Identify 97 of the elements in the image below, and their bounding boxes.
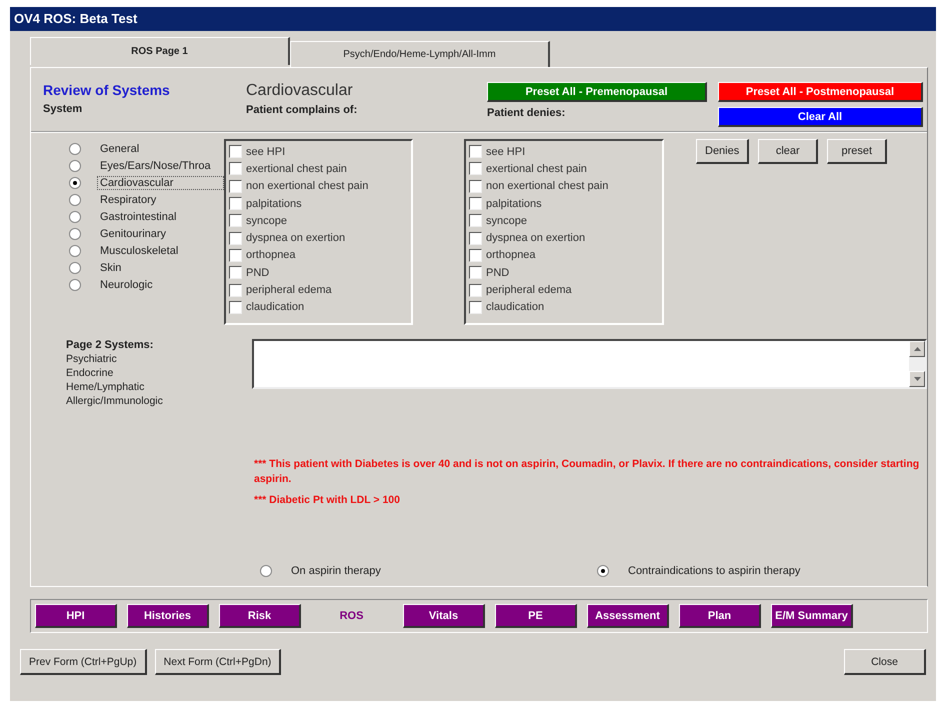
checkbox-label: palpitations bbox=[486, 198, 542, 210]
nav-button[interactable]: Assessment bbox=[587, 604, 669, 628]
radio-button[interactable] bbox=[69, 262, 81, 274]
checkbox[interactable] bbox=[229, 214, 242, 228]
column-label: Patient denies: bbox=[487, 107, 566, 119]
checkbox[interactable] bbox=[469, 248, 482, 262]
checkbox-label: orthopnea bbox=[486, 249, 536, 262]
prev-form-button[interactable]: Prev Form (Ctrl+PgUp) bbox=[20, 649, 147, 675]
checkbox[interactable] bbox=[229, 266, 242, 280]
radio-label[interactable]: On aspirin therapy bbox=[288, 564, 384, 578]
checkbox[interactable] bbox=[469, 300, 482, 314]
checkbox-label: syncope bbox=[486, 214, 527, 227]
alert-text: *** This patient with Diabetes is over 40 and is not on aspirin, Coumadin, or Plavix. If there are no contraindications, consider starting aspirin. bbox=[254, 457, 920, 487]
checkbox[interactable] bbox=[229, 232, 242, 245]
nav-button[interactable]: HPI bbox=[35, 604, 117, 628]
checkbox-label: see HPI bbox=[246, 146, 286, 158]
page2-system: Endocrine bbox=[66, 367, 114, 379]
checkbox[interactable] bbox=[469, 232, 482, 245]
checkbox-label: orthopnea bbox=[246, 249, 296, 262]
checkbox[interactable] bbox=[229, 300, 242, 314]
nav-button[interactable]: Histories bbox=[127, 604, 209, 628]
checkbox-label: exertional chest pain bbox=[246, 162, 347, 175]
checkbox-label: PND bbox=[246, 266, 270, 279]
radio-button[interactable] bbox=[69, 210, 81, 222]
checkbox-label: non exertional chest pain bbox=[486, 180, 608, 192]
checkbox[interactable] bbox=[469, 214, 482, 228]
radio-button[interactable] bbox=[260, 565, 272, 577]
system-option[interactable]: Skin bbox=[97, 260, 124, 274]
next-form-button[interactable]: Next Form (Ctrl+PgDn) bbox=[154, 649, 282, 675]
page2-system: Psychiatric bbox=[66, 353, 118, 365]
radio-button[interactable] bbox=[69, 176, 81, 188]
checkbox[interactable] bbox=[229, 197, 242, 210]
checkbox[interactable] bbox=[469, 284, 482, 297]
radio-button[interactable] bbox=[69, 278, 81, 290]
checkbox-label: exertional chest pain bbox=[486, 162, 587, 175]
system-option[interactable]: General bbox=[97, 142, 142, 156]
radio-button[interactable] bbox=[69, 142, 81, 154]
nav-button[interactable]: Risk bbox=[219, 604, 301, 628]
preset-button[interactable]: Preset All - Postmenopausal bbox=[718, 82, 923, 102]
checkbox-label: PND bbox=[486, 266, 510, 279]
checkbox-label: see HPI bbox=[486, 146, 526, 158]
checkbox-label: non exertional chest pain bbox=[246, 180, 368, 192]
tab[interactable]: ROS Page 1 bbox=[30, 37, 290, 65]
system-option[interactable]: Cardiovascular bbox=[97, 176, 224, 190]
action-button[interactable]: preset bbox=[827, 139, 888, 164]
checkbox-label: dyspnea on exertion bbox=[246, 232, 346, 244]
checkbox[interactable] bbox=[229, 180, 242, 193]
checkbox-label: syncope bbox=[246, 214, 287, 227]
notes-field[interactable] bbox=[252, 339, 927, 389]
checkbox-label: peripheral edema bbox=[486, 284, 572, 296]
checkbox[interactable] bbox=[229, 162, 242, 176]
radio-button[interactable] bbox=[597, 565, 609, 577]
checkbox[interactable] bbox=[229, 248, 242, 262]
checkbox-label: palpitations bbox=[246, 198, 302, 210]
page2-system: Heme/Lymphatic bbox=[66, 381, 146, 393]
radio-button[interactable] bbox=[69, 244, 81, 256]
system-option[interactable]: Eyes/Ears/Nose/Throa bbox=[97, 158, 214, 172]
checkbox-label: claudication bbox=[246, 301, 304, 314]
nav-button[interactable]: Plan bbox=[679, 604, 761, 628]
checkbox-label: dyspnea on exertion bbox=[486, 232, 586, 244]
scroll-up-icon[interactable] bbox=[909, 341, 925, 357]
alert-text: *** Diabetic Pt with LDL > 100 bbox=[254, 493, 401, 508]
system-option[interactable]: Neurologic bbox=[97, 278, 156, 292]
page2-system: Allergic/Immunologic bbox=[66, 395, 164, 407]
nav-button[interactable]: E/M Summary bbox=[771, 604, 853, 628]
checkbox[interactable] bbox=[469, 180, 482, 193]
checkbox[interactable] bbox=[469, 145, 482, 158]
checkbox-label: claudication bbox=[486, 301, 544, 314]
action-button[interactable]: clear bbox=[758, 139, 818, 164]
nav-button[interactable]: PE bbox=[495, 604, 577, 628]
system-option[interactable]: Genitourinary bbox=[97, 226, 170, 240]
system-option[interactable]: Musculoskeletal bbox=[97, 244, 182, 258]
column-label: Patient complains of: bbox=[246, 104, 358, 116]
preset-button[interactable]: Preset All - Premenopausal bbox=[487, 82, 707, 102]
checkbox[interactable] bbox=[469, 197, 482, 210]
radio-button[interactable] bbox=[69, 194, 81, 206]
radio-label[interactable]: Contraindications to aspirin therapy bbox=[625, 564, 804, 578]
checkbox[interactable] bbox=[229, 145, 242, 158]
section-heading: Review of Systems bbox=[43, 82, 171, 98]
system-option[interactable]: Gastrointestinal bbox=[97, 210, 180, 224]
clear-all-button[interactable]: Clear All bbox=[718, 107, 923, 127]
column-label: System bbox=[43, 103, 84, 115]
radio-button[interactable] bbox=[69, 160, 81, 172]
nav-button[interactable]: Vitals bbox=[403, 604, 485, 628]
scroll-down-icon[interactable] bbox=[909, 371, 925, 387]
system-title: Cardiovascular bbox=[246, 82, 354, 100]
system-option[interactable]: Respiratory bbox=[97, 192, 160, 206]
checkbox-label: peripheral edema bbox=[246, 284, 332, 296]
tab[interactable]: Psych/Endo/Heme-Lymph/All-Imm bbox=[290, 41, 550, 67]
checkbox[interactable] bbox=[229, 284, 242, 297]
page2-heading: Page 2 Systems: bbox=[66, 339, 154, 351]
close-button[interactable]: Close bbox=[844, 649, 926, 675]
window-title: OV4 ROS: Beta Test bbox=[10, 7, 936, 31]
checkbox[interactable] bbox=[469, 162, 482, 176]
checkbox[interactable] bbox=[469, 266, 482, 280]
radio-button[interactable] bbox=[69, 228, 81, 240]
action-button[interactable]: Denies bbox=[696, 139, 750, 164]
